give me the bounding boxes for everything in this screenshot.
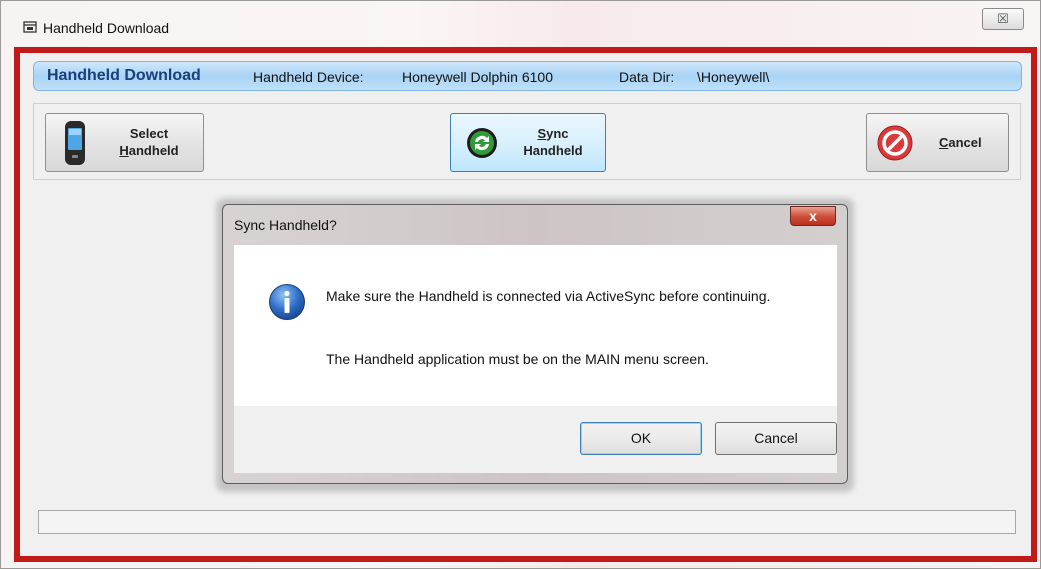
app-window-icon bbox=[23, 21, 37, 33]
no-entry-icon bbox=[877, 125, 913, 161]
select-handheld-label: Select Handheld bbox=[119, 126, 179, 158]
info-bar: Handheld Download Handheld Device: Honey… bbox=[33, 61, 1022, 91]
infobar-title: Handheld Download bbox=[47, 67, 201, 84]
dialog-cancel-button[interactable]: Cancel bbox=[715, 422, 837, 455]
dialog-footer: OK Cancel bbox=[234, 406, 837, 473]
sync-arrows-icon bbox=[467, 128, 497, 158]
info-icon bbox=[269, 284, 305, 320]
progress-bar bbox=[38, 510, 1016, 534]
window-close-button[interactable]: ☒ bbox=[982, 8, 1024, 30]
data-dir-value: \Honeywell\ bbox=[697, 69, 770, 85]
dialog-message-main-menu: The Handheld application must be on the … bbox=[326, 351, 709, 367]
dialog-title: Sync Handheld? bbox=[234, 217, 337, 233]
cancel-label: Cancel bbox=[939, 135, 982, 150]
window-title: Handheld Download bbox=[43, 20, 170, 36]
sync-handheld-button[interactable]: Sync Handheld bbox=[450, 113, 606, 172]
dialog-close-button[interactable]: x bbox=[790, 206, 836, 226]
sync-handheld-label: Sync Handheld bbox=[523, 126, 583, 158]
handheld-phone-icon bbox=[65, 121, 85, 165]
dialog-message-connection: Make sure the Handheld is connected via … bbox=[326, 288, 771, 304]
dialog-body: Make sure the Handheld is connected via … bbox=[234, 245, 837, 406]
device-label: Handheld Device: bbox=[253, 69, 364, 85]
data-dir-label: Data Dir: bbox=[619, 69, 675, 85]
cancel-button[interactable]: Cancel bbox=[866, 113, 1009, 172]
device-value: Honeywell Dolphin 6100 bbox=[402, 69, 553, 85]
title-bar: Handheld Download ☒ bbox=[1, 1, 1040, 43]
select-handheld-button[interactable]: Select Handheld bbox=[45, 113, 204, 172]
ok-button[interactable]: OK bbox=[580, 422, 702, 455]
sync-dialog: Sync Handheld? x Make sure the Handheld … bbox=[222, 204, 848, 484]
